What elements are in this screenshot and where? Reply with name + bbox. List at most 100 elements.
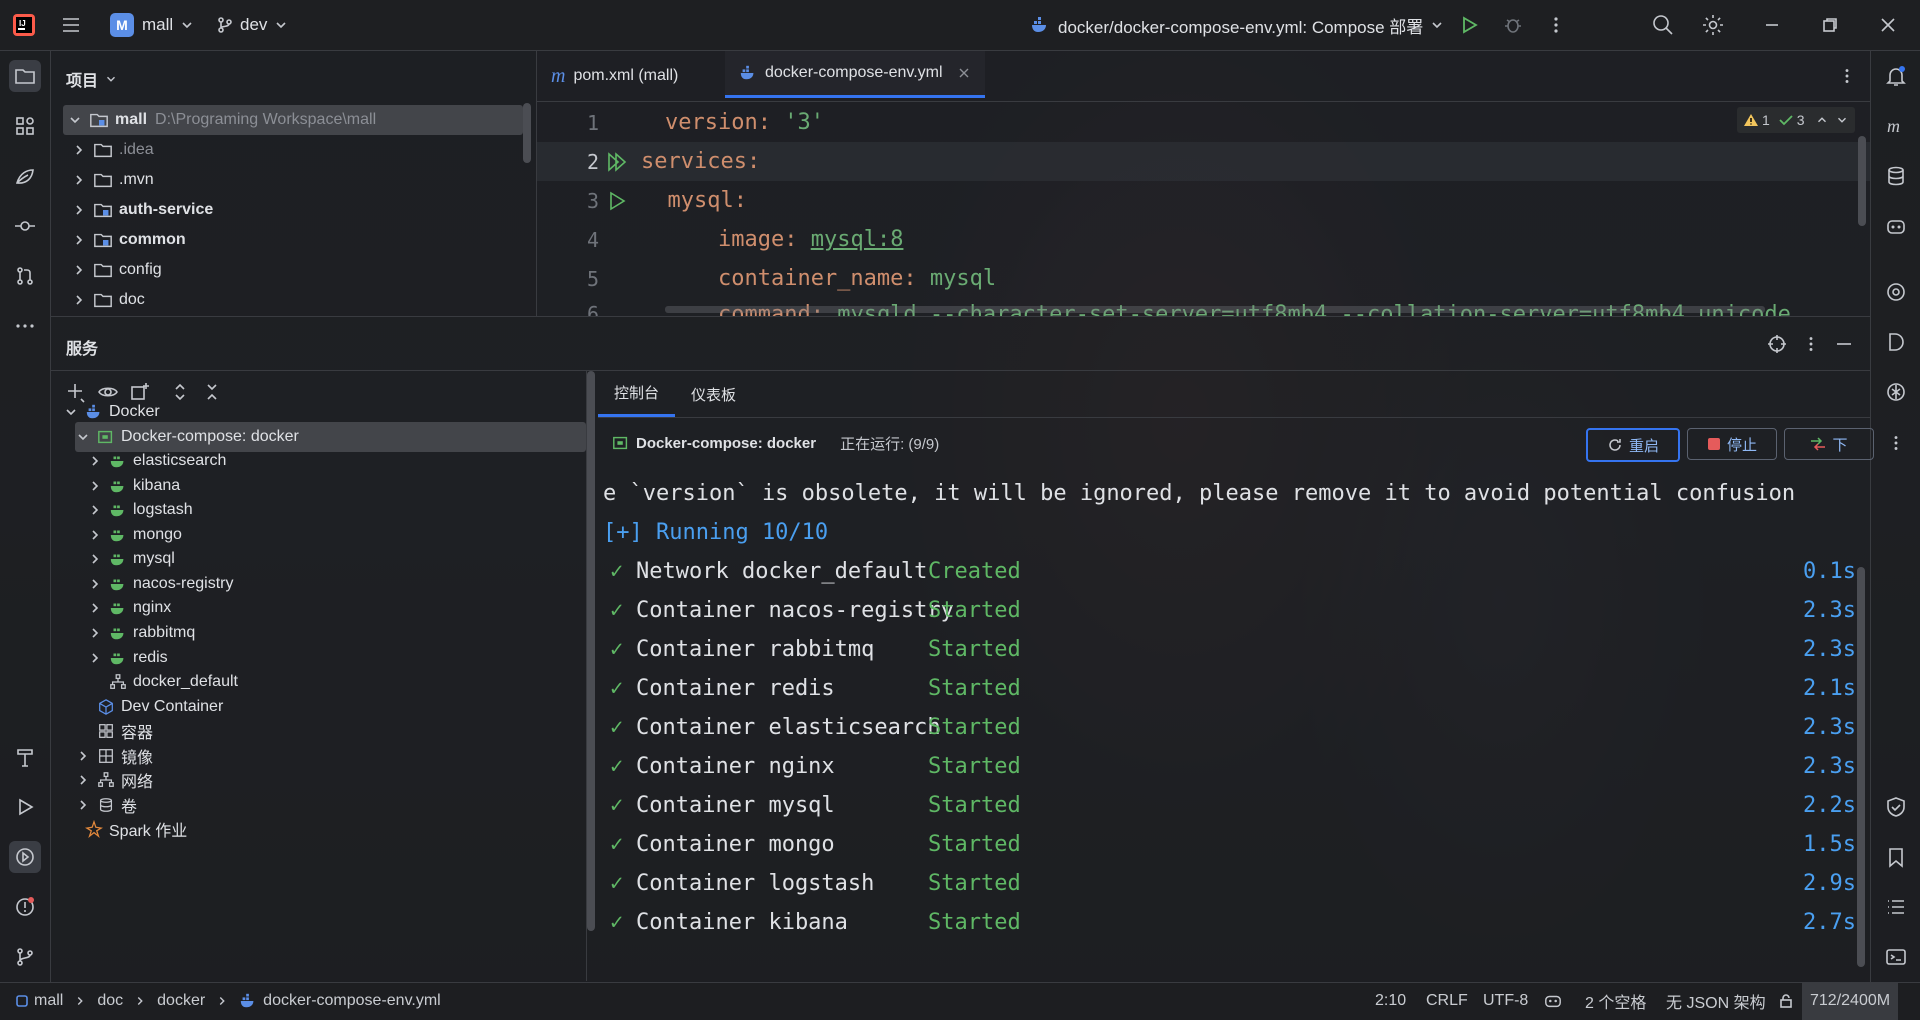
tree-root-row[interactable]: mall D:\Programing Workspace\mall (63, 105, 523, 135)
more-vertical-icon[interactable] (1886, 433, 1906, 453)
pull-request-icon[interactable] (9, 260, 41, 292)
code-line[interactable]: 5 container_name: mysql (537, 259, 1870, 298)
restart-button[interactable]: 重启 (1586, 428, 1680, 462)
ai-status-icon[interactable] (1544, 982, 1562, 1020)
bookmark-icon[interactable] (1880, 841, 1912, 873)
stop-icon (1707, 438, 1720, 450)
indent-setting[interactable]: 2 个空格 (1585, 982, 1646, 1020)
tree-item[interactable]: .mvn (71, 165, 154, 195)
commit-icon[interactable] (9, 210, 41, 242)
close-icon[interactable] (1878, 0, 1898, 50)
app-logo-icon[interactable]: IJ (12, 0, 36, 50)
hamburger-menu-icon[interactable] (60, 0, 82, 50)
line-number: 3 (586, 188, 599, 213)
tree-item[interactable]: .idea (71, 135, 154, 165)
stop-button[interactable]: 停止 (1687, 428, 1777, 460)
divider (537, 101, 1870, 102)
expand-all-icon[interactable] (169, 381, 191, 403)
d-plugin-icon[interactable] (1880, 326, 1912, 358)
breadcrumb-item[interactable]: mall (34, 992, 63, 1010)
more-vertical-icon[interactable] (1801, 334, 1821, 354)
tab-console[interactable]: 控制台 (598, 371, 676, 417)
run-service-icon[interactable] (605, 189, 629, 213)
restore-icon[interactable] (1820, 0, 1840, 50)
run-all-services-icon[interactable] (605, 150, 629, 174)
lock-icon[interactable] (1778, 982, 1794, 1020)
notifications-icon[interactable] (1880, 60, 1912, 92)
services-tree-scrollbar[interactable] (587, 371, 595, 931)
breadcrumb-item[interactable]: docker-compose-env.yml (263, 992, 441, 1010)
hide-panel-icon[interactable] (1834, 334, 1854, 354)
tree-item[interactable]: auth-service (71, 195, 213, 225)
tab-pom-xml[interactable]: m pom.xml (mall) (551, 51, 678, 101)
restart-label: 重启 (1628, 437, 1659, 455)
terminal-icon[interactable] (1880, 941, 1912, 973)
cube-icon (99, 698, 113, 715)
down-button[interactable]: 下 (1784, 428, 1874, 460)
network-icon (98, 772, 114, 788)
run-config-selector[interactable]: docker/docker-compose-env.yml: Compose 部… (1030, 0, 1445, 50)
chevron-right-icon (80, 800, 87, 810)
code-line-current[interactable]: 2 services: (537, 142, 1870, 181)
copilot-icon[interactable] (1880, 210, 1912, 242)
shield-icon[interactable] (1880, 791, 1912, 823)
debug-icon[interactable] (1502, 0, 1524, 50)
console-output[interactable]: e `version` is obsolete, it will be igno… (598, 468, 1874, 968)
maven-icon[interactable]: m (1880, 110, 1912, 142)
endpoints-icon[interactable] (1880, 276, 1912, 308)
tree-item[interactable]: doc (71, 285, 145, 315)
folder-icon (94, 263, 112, 278)
project-view-icon[interactable] (9, 60, 41, 92)
project-panel-header[interactable]: 项目 (66, 67, 118, 91)
refresh-icon (1609, 439, 1621, 451)
close-icon[interactable] (957, 66, 971, 80)
more-vertical-icon[interactable] (1837, 66, 1857, 86)
collapse-all-icon[interactable] (201, 381, 223, 403)
console-scrollbar[interactable] (1857, 567, 1865, 967)
gear-icon[interactable] (1701, 0, 1725, 50)
tab-dashboard[interactable]: 仪表板 (675, 371, 752, 417)
services-tool-icon[interactable] (9, 841, 41, 873)
leaf-icon[interactable] (9, 160, 41, 192)
code-line[interactable]: 3 mysql: (537, 181, 1870, 220)
more-horizontal-icon[interactable] (9, 310, 41, 342)
project-selector[interactable]: M mall (110, 0, 195, 50)
database-icon[interactable] (1880, 160, 1912, 192)
file-encoding[interactable]: UTF-8 (1483, 982, 1528, 1020)
chevron-right-icon (92, 652, 99, 663)
branch-selector[interactable]: dev (216, 0, 289, 50)
json-schema[interactable]: 无 JSON 架构 (1666, 982, 1766, 1020)
code-line[interactable]: 4 image: mysql:8 (537, 220, 1870, 259)
tree-item[interactable]: common (71, 225, 186, 255)
log-entry-state: Started (928, 832, 1021, 857)
structure-icon[interactable] (9, 110, 41, 142)
tab-docker-compose-env[interactable]: docker-compose-env.yml (725, 51, 985, 98)
breadcrumb-item[interactable]: doc (97, 992, 123, 1010)
run-tool-icon[interactable] (9, 791, 41, 823)
containers-icon (99, 724, 113, 739)
code-line[interactable]: 1 version: '3' (537, 103, 1870, 142)
caret-position[interactable]: 2:10 (1375, 982, 1406, 1020)
editor-horizontal-scrollbar[interactable] (665, 306, 1765, 313)
module-folder-icon (94, 233, 112, 248)
tree-item[interactable]: config (71, 255, 162, 285)
chevron-down-icon (78, 433, 88, 440)
todo-list-icon[interactable] (1880, 891, 1912, 923)
editor-vertical-scrollbar[interactable] (1858, 136, 1866, 226)
problems-icon[interactable] (9, 891, 41, 923)
service-tree-label: logstash (133, 501, 193, 519)
search-icon[interactable] (1651, 0, 1675, 50)
memory-indicator[interactable]: 712/2400M (1802, 982, 1899, 1020)
breadcrumb-item[interactable]: docker (157, 992, 205, 1010)
crosshair-icon[interactable] (1767, 334, 1787, 354)
run-icon[interactable] (1458, 0, 1480, 50)
project-scrollbar[interactable] (523, 103, 531, 163)
service-tree-item[interactable]: Spark 作业 (63, 814, 187, 844)
git-icon[interactable] (9, 941, 41, 973)
yaml-value: mysql:8 (810, 227, 904, 252)
build-icon[interactable] (9, 741, 41, 773)
minimize-icon[interactable] (1762, 0, 1782, 50)
ai-assistant-icon[interactable] (1880, 376, 1912, 408)
line-separator[interactable]: CRLF (1426, 982, 1468, 1020)
more-vertical-icon[interactable] (1545, 0, 1567, 50)
